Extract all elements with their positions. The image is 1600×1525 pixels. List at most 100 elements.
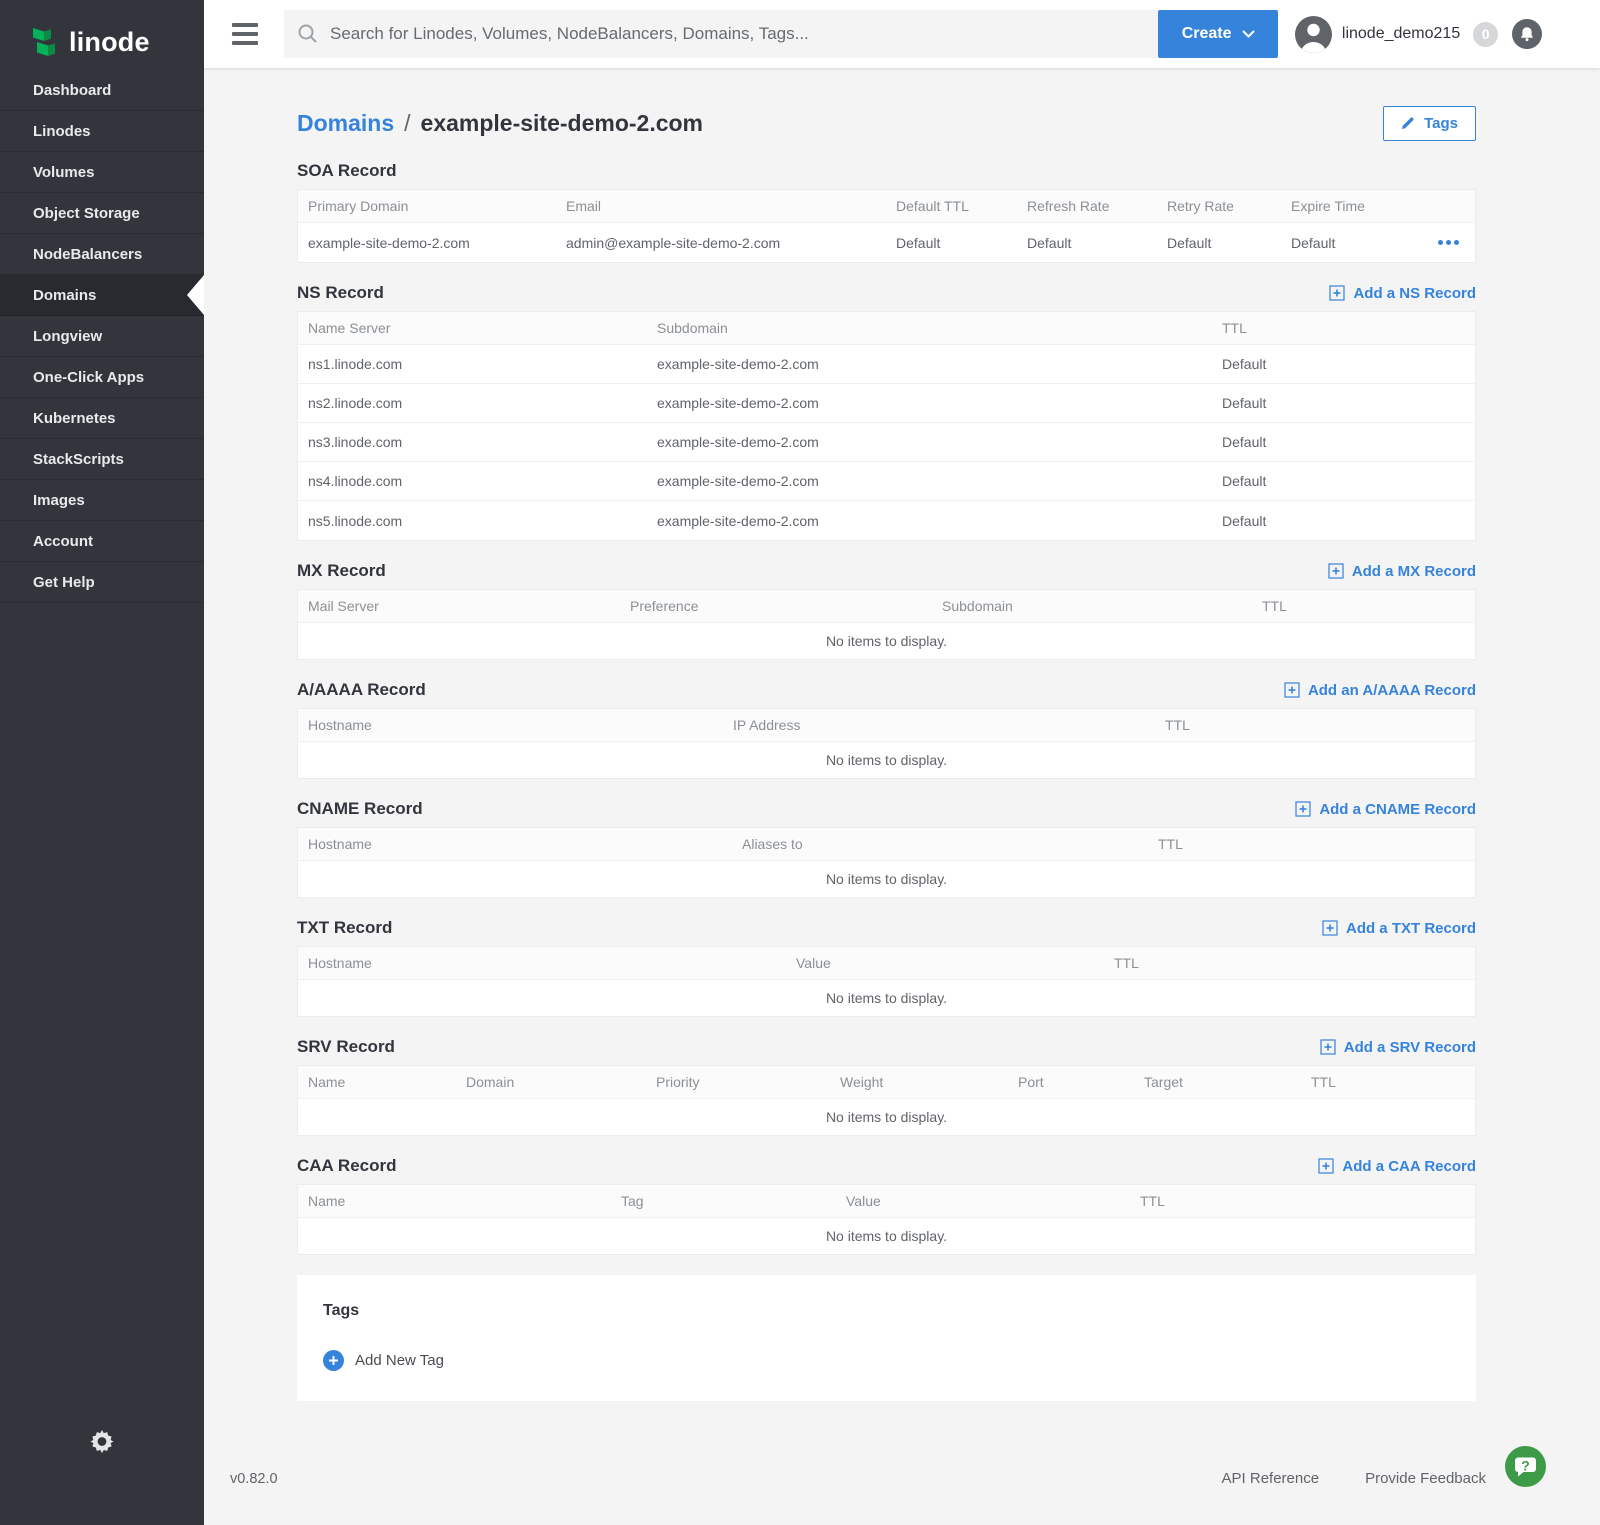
create-button[interactable]: Create [1158, 10, 1278, 58]
section-title-ns: NS Record [297, 283, 384, 303]
mx-empty-message: No items to display. [298, 623, 1475, 659]
sidebar-nav: Dashboard Linodes Volumes Object Storage… [0, 70, 204, 603]
add-mx-record-link[interactable]: Add a MX Record [1328, 563, 1476, 580]
sidebar-item-account[interactable]: Account [0, 521, 204, 562]
add-srv-record-link[interactable]: Add a SRV Record [1320, 1039, 1476, 1056]
notification-count-badge[interactable]: 0 [1473, 22, 1498, 47]
search-input[interactable] [284, 10, 1158, 58]
section-title-soa: SOA Record [297, 161, 397, 181]
section-title-srv: SRV Record [297, 1037, 395, 1057]
active-item-notch [187, 275, 204, 315]
sidebar-item-volumes[interactable]: Volumes [0, 152, 204, 193]
tags-panel: Tags Add New Tag [297, 1275, 1476, 1401]
search-icon [297, 23, 319, 45]
plus-box-icon [1322, 920, 1338, 936]
breadcrumb: Domains / example-site-demo-2.com [297, 110, 703, 137]
plus-box-icon [1284, 682, 1300, 698]
srv-table: Name Domain Priority Weight Port Target … [297, 1065, 1476, 1136]
a-aaaa-empty-message: No items to display. [298, 742, 1475, 778]
sidebar-item-images[interactable]: Images [0, 480, 204, 521]
plus-box-icon [1295, 801, 1311, 817]
a-aaaa-table-header: Hostname IP Address TTL [298, 709, 1475, 742]
add-cname-record-link[interactable]: Add a CNAME Record [1295, 801, 1476, 818]
plus-box-icon [1329, 285, 1345, 301]
mx-table: Mail Server Preference Subdomain TTL No … [297, 589, 1476, 660]
add-ns-record-link[interactable]: Add a NS Record [1329, 285, 1476, 302]
user-avatar[interactable] [1295, 16, 1332, 53]
ns-table: Name Server Subdomain TTL ns1.linode.com… [297, 311, 1476, 541]
menu-hamburger-icon[interactable] [228, 17, 262, 51]
srv-table-header: Name Domain Priority Weight Port Target … [298, 1066, 1475, 1099]
caa-record-section: CAA Record Add a CAA Record Name Tag Val… [297, 1148, 1476, 1255]
chevron-down-icon [1242, 30, 1255, 38]
ns-table-row: ns1.linode.com example-site-demo-2.com D… [298, 345, 1475, 384]
global-search [284, 10, 1158, 58]
ns-table-row: ns4.linode.com example-site-demo-2.com D… [298, 462, 1475, 501]
sidebar-item-object-storage[interactable]: Object Storage [0, 193, 204, 234]
sidebar-item-stackscripts[interactable]: StackScripts [0, 439, 204, 480]
notifications-bell-icon[interactable] [1512, 19, 1542, 49]
page-title: example-site-demo-2.com [421, 110, 703, 137]
srv-record-section: SRV Record Add a SRV Record Name Domain … [297, 1029, 1476, 1136]
mx-record-section: MX Record Add a MX Record Mail Server Pr… [297, 553, 1476, 660]
sidebar-item-linodes[interactable]: Linodes [0, 111, 204, 152]
soa-table-header: Primary Domain Email Default TTL Refresh… [298, 190, 1475, 223]
footer: v0.82.0 API Reference Provide Feedback [204, 1470, 1600, 1487]
a-aaaa-record-section: A/AAAA Record Add an A/AAAA Record Hostn… [297, 672, 1476, 779]
caa-table: Name Tag Value TTL No items to display. [297, 1184, 1476, 1255]
help-button[interactable]: ? [1505, 1446, 1546, 1487]
svg-text:?: ? [1521, 1458, 1530, 1474]
txt-table: Hostname Value TTL No items to display. [297, 946, 1476, 1017]
soa-table: Primary Domain Email Default TTL Refresh… [297, 189, 1476, 263]
section-title-mx: MX Record [297, 561, 386, 581]
cname-empty-message: No items to display. [298, 861, 1475, 897]
linode-cube-icon [30, 26, 60, 60]
brand-name: linode [69, 27, 150, 58]
tags-panel-title: Tags [323, 1302, 1450, 1320]
sidebar-item-dashboard[interactable]: Dashboard [0, 70, 204, 111]
sidebar-item-kubernetes[interactable]: Kubernetes [0, 398, 204, 439]
plus-box-icon [1328, 563, 1344, 579]
sidebar-item-get-help[interactable]: Get Help [0, 562, 204, 603]
topbar: Create linode_demo215 0 [204, 0, 1600, 68]
add-txt-record-link[interactable]: Add a TXT Record [1322, 920, 1476, 937]
section-title-cname: CNAME Record [297, 799, 423, 819]
cname-record-section: CNAME Record Add a CNAME Record Hostname… [297, 791, 1476, 898]
linode-logo[interactable]: linode [0, 0, 204, 68]
cname-table: Hostname Aliases to TTL No items to disp… [297, 827, 1476, 898]
soa-actions-menu-icon[interactable] [1436, 236, 1461, 249]
ns-table-row: ns5.linode.com example-site-demo-2.com D… [298, 501, 1475, 540]
sidebar-item-domains[interactable]: Domains [0, 275, 204, 316]
username-label[interactable]: linode_demo215 [1342, 25, 1460, 43]
plus-circle-icon [323, 1350, 344, 1371]
mx-table-header: Mail Server Preference Subdomain TTL [298, 590, 1475, 623]
api-reference-link[interactable]: API Reference [1222, 1470, 1320, 1487]
section-title-caa: CAA Record [297, 1156, 397, 1176]
ns-record-section: NS Record Add a NS Record Name Server Su… [297, 275, 1476, 541]
section-title-a-aaaa: A/AAAA Record [297, 680, 426, 700]
sidebar: linode Dashboard Linodes Volumes Object … [0, 0, 204, 1525]
srv-empty-message: No items to display. [298, 1099, 1475, 1135]
add-new-tag-button[interactable]: Add New Tag [323, 1350, 444, 1371]
sidebar-item-longview[interactable]: Longview [0, 316, 204, 357]
soa-table-row: example-site-demo-2.com admin@example-si… [298, 223, 1475, 262]
main-content: Domains / example-site-demo-2.com Tags S… [204, 68, 1600, 1525]
ns-table-row: ns2.linode.com example-site-demo-2.com D… [298, 384, 1475, 423]
add-a-aaaa-record-link[interactable]: Add an A/AAAA Record [1284, 682, 1476, 699]
txt-record-section: TXT Record Add a TXT Record Hostname Val… [297, 910, 1476, 1017]
caa-empty-message: No items to display. [298, 1218, 1475, 1254]
edit-tags-button[interactable]: Tags [1383, 106, 1476, 141]
txt-empty-message: No items to display. [298, 980, 1475, 1016]
provide-feedback-link[interactable]: Provide Feedback [1365, 1470, 1486, 1487]
add-caa-record-link[interactable]: Add a CAA Record [1318, 1158, 1476, 1175]
cname-table-header: Hostname Aliases to TTL [298, 828, 1475, 861]
caa-table-header: Name Tag Value TTL [298, 1185, 1475, 1218]
sidebar-item-nodebalancers[interactable]: NodeBalancers [0, 234, 204, 275]
breadcrumb-domains-link[interactable]: Domains [297, 110, 394, 137]
settings-gear-icon[interactable] [90, 1429, 115, 1459]
person-icon [1295, 16, 1332, 53]
ns-table-header: Name Server Subdomain TTL [298, 312, 1475, 345]
help-chat-icon: ? [1505, 1446, 1546, 1487]
sidebar-item-one-click-apps[interactable]: One-Click Apps [0, 357, 204, 398]
soa-record-section: SOA Record Primary Domain Email Default … [297, 153, 1476, 263]
